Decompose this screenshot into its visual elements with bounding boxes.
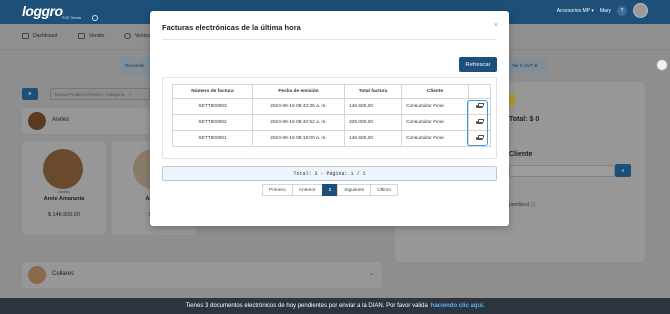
pagination: Primero Anterior 1 Siguiente Último	[262, 184, 398, 196]
pagination-prev[interactable]: Anterior	[291, 184, 323, 196]
logo-badge-icon	[92, 15, 98, 21]
category-collares[interactable]: Collares ⌄	[22, 262, 382, 288]
col-header-actions	[468, 84, 491, 99]
nav-item-dashboard[interactable]: Dashboard	[22, 33, 57, 39]
pagination-current[interactable]: 1	[321, 184, 339, 196]
nav-item-label: Ventas	[135, 33, 151, 39]
nav-item-label: Vender	[89, 33, 105, 39]
table-row: SETT900063 2024-06-18 08:43:35 a. m. 146…	[172, 98, 491, 115]
category-aretes[interactable]: Aretes	[22, 108, 150, 134]
client-heading: Cliente	[509, 151, 533, 158]
disponibles-label: ponibles)	[509, 202, 530, 208]
printer-icon	[476, 119, 484, 125]
status-strip	[509, 94, 515, 106]
product-category: Aretes	[58, 190, 70, 194]
printer-icon	[476, 135, 484, 141]
category-label: Aretes	[52, 117, 70, 123]
dian-notice-text: Tienes 3 documentos electrónicos de hoy …	[185, 303, 428, 309]
pagination-first[interactable]: Primero	[262, 184, 293, 196]
close-icon[interactable]: ×	[494, 22, 498, 29]
logo-subtitle: POS Tienda	[62, 16, 81, 20]
invoice-number: SETT900063	[172, 98, 253, 115]
search-icon[interactable]: ⌕	[615, 164, 631, 177]
col-header-cliente: Cliente	[401, 84, 469, 99]
col-header-fecha: Fecha de emisión	[252, 84, 345, 99]
top-right-menu: Accesorios MP ▾ Mary ?	[557, 3, 648, 18]
modal-divider	[162, 39, 497, 40]
product-price: $ 146.500,00	[47, 212, 81, 218]
cart-icon	[78, 33, 85, 39]
invoices-table-container: Número de factura Fecha de emisión Total…	[162, 77, 497, 159]
disponibles-text: ponibles) ⓘ	[509, 202, 536, 208]
uvt-label: Ver 5 UVT	[512, 63, 533, 68]
invoice-client: Consumidor Final	[401, 130, 469, 147]
print-button[interactable]	[468, 114, 491, 131]
product-card[interactable]: Aretes Arete Amaranta $ 146.500,00	[22, 141, 106, 235]
product-search-input[interactable]: Buscar Producto (Nombre, Categoría, ...)	[50, 88, 150, 100]
order-total: Total: $ 0	[509, 116, 540, 123]
table-header-row: Número de factura Fecha de emisión Total…	[172, 84, 491, 99]
invoice-total: 146.500,00	[344, 98, 402, 115]
dashboard-icon	[22, 33, 29, 39]
table-summary: Total: 3 - Página: 1 / 1	[162, 166, 497, 181]
app-logo[interactable]: loggro	[22, 3, 63, 19]
category-thumbnail	[28, 266, 46, 284]
col-header-total: Total factura	[344, 84, 402, 99]
category-thumbnail	[28, 112, 46, 130]
invoice-client: Consumidor Final	[401, 98, 469, 115]
uvt-notice[interactable]: Ver 5 UVT ⊗	[508, 59, 548, 73]
table-row: SETT900062 2024-06-18 08:42:52 a. m. 328…	[172, 114, 491, 131]
table-row: SETT900061 2024-06-18 08:19:00 a. m. 146…	[172, 130, 491, 147]
nav-item-vender[interactable]: Vender	[78, 33, 105, 39]
category-label: Collares	[52, 271, 75, 277]
print-button[interactable]	[468, 98, 491, 115]
sales-icon	[124, 33, 131, 39]
invoice-number: SETT900062	[172, 114, 253, 131]
nav-item-ventas[interactable]: Ventas	[124, 33, 150, 39]
product-image	[43, 149, 83, 189]
printer-icon	[476, 103, 484, 109]
dian-notice-link[interactable]: haciendo clic aquí.	[431, 303, 485, 309]
user-name[interactable]: Mary	[600, 8, 611, 14]
invoice-number: SETT900061	[172, 130, 253, 147]
pagination-last[interactable]: Último	[370, 184, 398, 196]
refresh-button[interactable]: Refrescar	[459, 57, 497, 72]
avatar[interactable]	[633, 3, 648, 18]
col-header-numero: Número de factura	[172, 84, 253, 99]
invoice-total: 328.000,00	[344, 114, 402, 131]
invoices-table: Número de factura Fecha de emisión Total…	[172, 84, 491, 147]
client-search-input[interactable]	[509, 165, 615, 177]
modal-title: Facturas electrónicas de la última hora	[162, 23, 301, 32]
help-icon[interactable]: ?	[617, 5, 627, 16]
invoice-date: 2024-06-18 08:42:52 a. m.	[252, 114, 345, 131]
invoice-date: 2024-06-18 08:43:35 a. m.	[252, 98, 345, 115]
invoice-client: Consumidor Final	[401, 114, 469, 131]
document-icon[interactable]	[656, 59, 668, 71]
invoice-date: 2024-06-18 08:19:00 a. m.	[252, 130, 345, 147]
dian-notice-bar: Tienes 3 documentos electrónicos de hoy …	[0, 298, 670, 314]
pagination-next[interactable]: Siguiente	[337, 184, 372, 196]
chevron-down-icon: ⌄	[368, 271, 374, 277]
nav-item-label: Dashboard	[33, 33, 58, 39]
accesorios-menu[interactable]: Accesorios MP ▾	[557, 8, 594, 14]
invoices-modal: Facturas electrónicas de la última hora …	[150, 11, 509, 226]
print-button[interactable]	[468, 130, 491, 147]
product-name: Arete Amaranta	[43, 196, 85, 202]
invoice-total: 146.500,00	[344, 130, 402, 147]
filter-button[interactable]: ≡	[22, 88, 38, 100]
